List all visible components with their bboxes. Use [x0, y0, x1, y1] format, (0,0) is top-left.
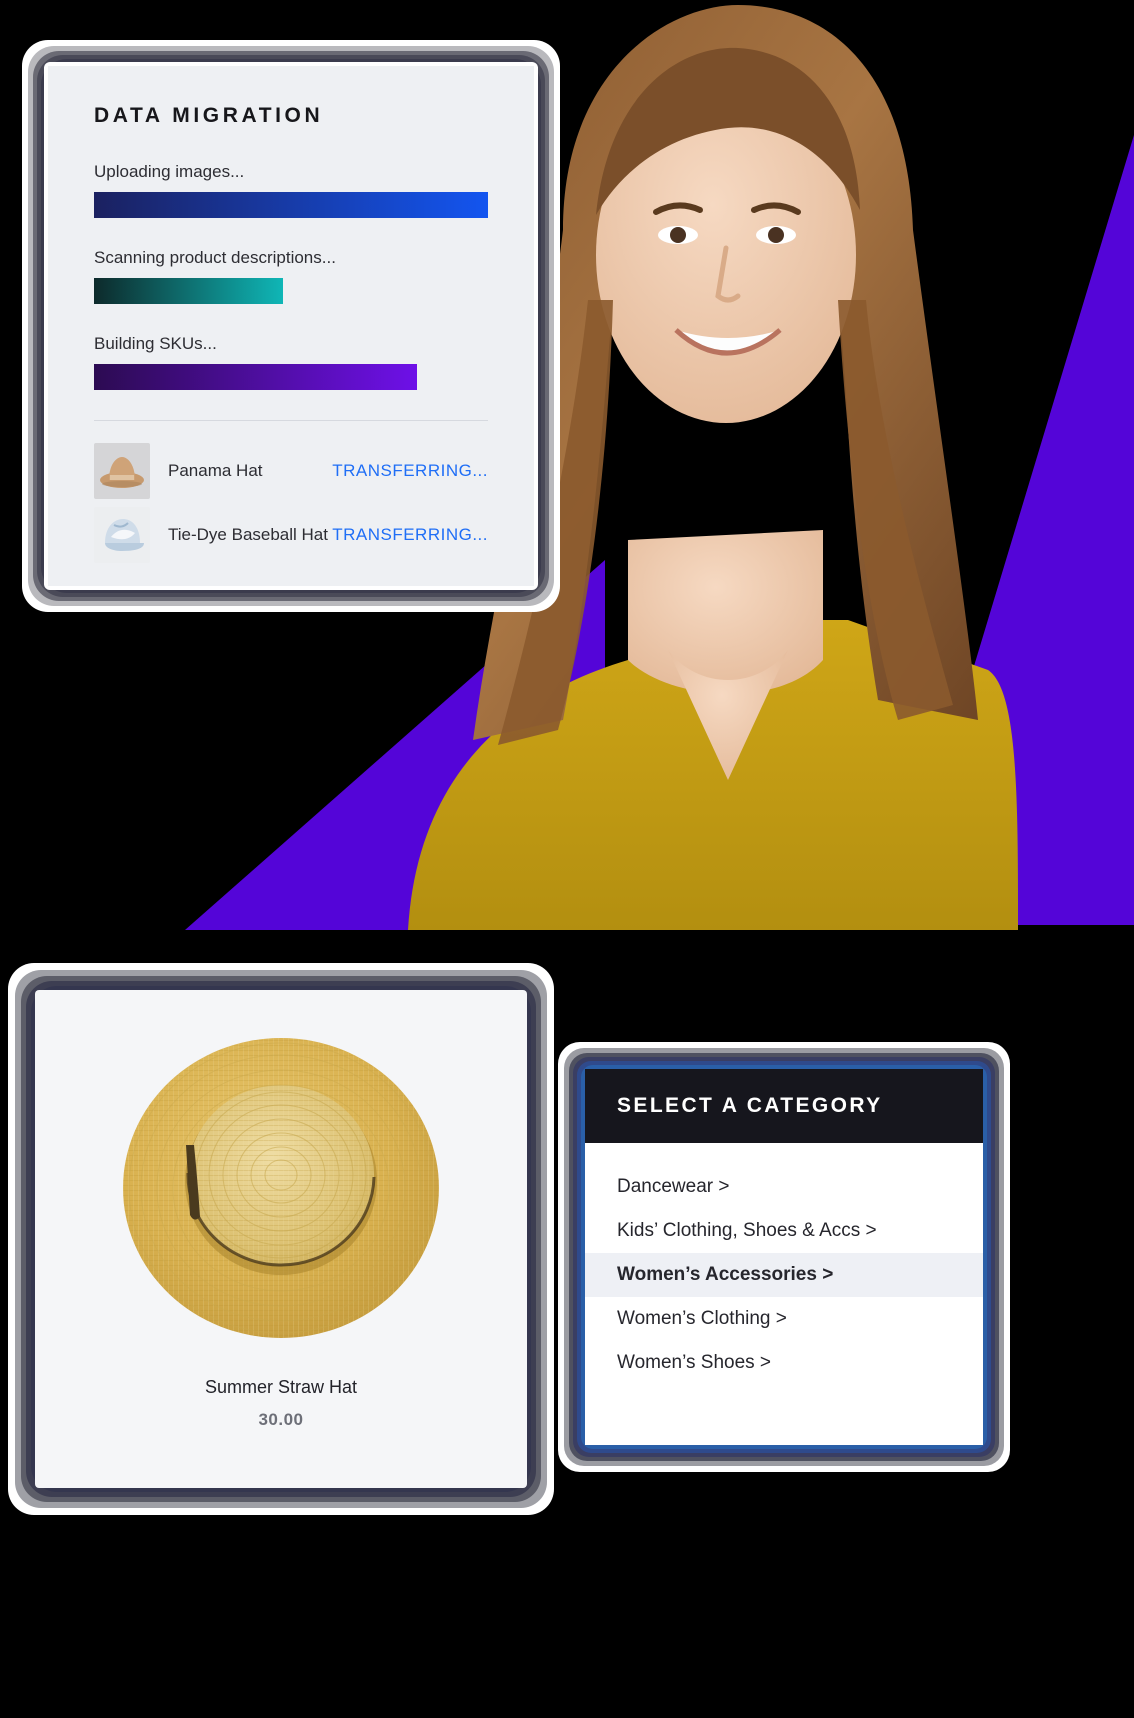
table-row[interactable]: Panama Hat TRANSFERRING... [94, 443, 488, 499]
item-status: TRANSFERRING... [332, 525, 488, 544]
category-list: Dancewear > Kids’ Clothing, Shoes & Accs… [585, 1143, 983, 1385]
category-panel: SELECT A CATEGORY Dancewear > Kids’ Clot… [585, 1069, 983, 1445]
item-status: TRANSFERRING... [332, 461, 488, 480]
item-name: Panama Hat [168, 461, 263, 480]
data-migration-card: DATA MIGRATION Uploading images... Scann… [22, 40, 560, 612]
task-label-uploading-images: Uploading images... [94, 162, 245, 181]
panama-hat-thumb-icon [94, 443, 150, 499]
progress-bar-uploading-images [94, 192, 488, 218]
category-item-womens-clothing[interactable]: Women’s Clothing > [585, 1297, 983, 1341]
migration-title: DATA MIGRATION [94, 104, 324, 127]
migration-panel: DATA MIGRATION Uploading images... Scann… [48, 66, 534, 586]
progress-bar-scanning-descriptions [94, 278, 284, 304]
task-label-building-skus: Building SKUs... [94, 334, 217, 353]
table-row[interactable]: Tie-Dye Baseball Hat TRANSFERRING... [94, 507, 488, 563]
category-item-kids-clothing[interactable]: Kids’ Clothing, Shoes & Accs > [585, 1209, 983, 1253]
product-price: 30.00 [258, 1410, 304, 1429]
item-name: Tie-Dye Baseball Hat [168, 525, 328, 544]
category-picker-card: SELECT A CATEGORY Dancewear > Kids’ Clot… [558, 1042, 1010, 1472]
product-name: Summer Straw Hat [204, 1377, 358, 1397]
category-header: SELECT A CATEGORY [585, 1069, 983, 1143]
summer-straw-hat-image [116, 1023, 446, 1353]
divider [94, 420, 488, 421]
product-panel: Summer Straw Hat 30.00 [38, 993, 524, 1485]
category-item-womens-shoes[interactable]: Women’s Shoes > [585, 1341, 983, 1385]
tie-dye-cap-thumb-icon [94, 507, 150, 563]
category-item-dancewear[interactable]: Dancewear > [585, 1165, 983, 1209]
task-label-scanning-descriptions: Scanning product descriptions... [94, 248, 336, 267]
category-item-womens-accessories[interactable]: Women’s Accessories > [585, 1253, 983, 1297]
product-card[interactable]: Summer Straw Hat 30.00 [8, 963, 554, 1515]
progress-bar-building-skus [94, 364, 418, 390]
